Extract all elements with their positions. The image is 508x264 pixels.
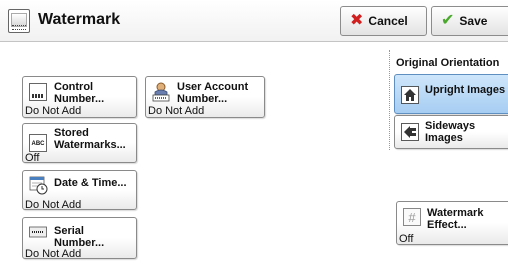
save-button[interactable]: ✔ Save [431, 6, 508, 36]
counter-icon [29, 83, 47, 101]
sideways-label2: Images [425, 132, 463, 144]
watermark-effect-button[interactable]: # Watermark Effect... Off [396, 201, 508, 245]
user-icon [152, 82, 170, 102]
save-label: Save [459, 14, 488, 28]
hash-doc-icon: # [403, 208, 421, 226]
control-number-label2: Number... [54, 93, 105, 105]
serial-number-value: Do Not Add [25, 248, 82, 260]
date-time-value: Do Not Add [25, 199, 82, 211]
sideways-label1: Sideways [425, 120, 476, 132]
cancel-label: Cancel [368, 14, 408, 28]
user-account-label2: Number... [177, 93, 228, 105]
stored-watermarks-label2: Watermarks... [54, 139, 126, 151]
user-account-number-button[interactable]: User Account Number... Do Not Add [145, 76, 265, 118]
upright-house-icon [401, 86, 419, 104]
serial-number-button[interactable]: Serial Number... Do Not Add [22, 217, 137, 260]
control-number-button[interactable]: Control Number... Do Not Add [22, 76, 137, 118]
watermark-effect-value: Off [399, 233, 414, 245]
cancel-x-icon: ✖ [350, 12, 364, 29]
orientation-heading: Original Orientation [396, 57, 500, 69]
save-check-icon: ✔ [441, 12, 455, 29]
sideways-images-button[interactable]: Sideways Images [394, 115, 508, 149]
upright-images-button[interactable]: Upright Images [394, 74, 508, 114]
stored-watermarks-value: Off [25, 152, 40, 164]
calendar-clock-icon [29, 175, 48, 195]
user-account-label1: User Account [177, 81, 249, 93]
serial-icon [29, 225, 47, 243]
control-number-label1: Control [54, 81, 94, 93]
upright-images-label: Upright Images [425, 84, 506, 96]
orientation-divider [389, 50, 390, 150]
watermark-icon [8, 9, 30, 33]
user-account-value: Do Not Add [148, 105, 205, 117]
watermark-effect-label2: Effect... [427, 219, 467, 231]
abc-doc-icon: ABC [29, 134, 47, 152]
header-bar: Watermark ✖ Cancel ✔ Save [0, 0, 508, 42]
cancel-button[interactable]: ✖ Cancel [340, 6, 427, 36]
control-number-value: Do Not Add [25, 105, 82, 117]
page-title: Watermark [38, 11, 121, 28]
watermark-effect-label1: Watermark [427, 207, 484, 219]
serial-number-label: Serial Number... [54, 225, 105, 249]
stored-watermarks-label1: Stored [54, 127, 89, 139]
date-time-button[interactable]: Date & Time... Do Not Add [22, 170, 137, 211]
sideways-house-icon [401, 123, 419, 141]
date-time-label: Date & Time... [54, 177, 127, 189]
stored-watermarks-button[interactable]: ABC Stored Watermarks... Off [22, 123, 137, 164]
